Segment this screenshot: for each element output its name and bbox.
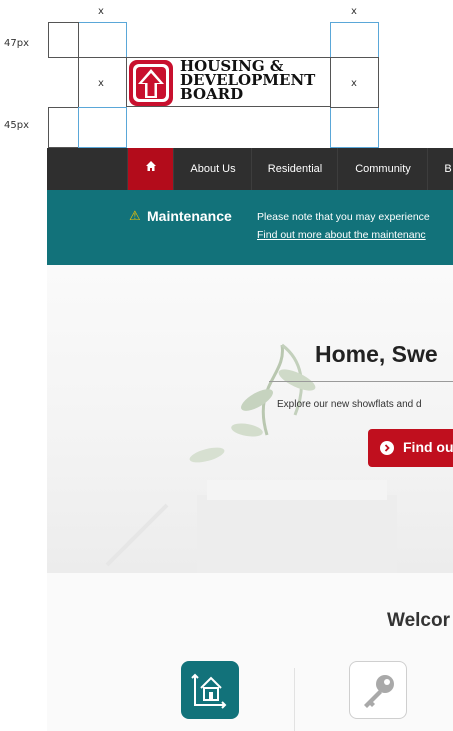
hero-subtitle: Explore our new showflats and d [277, 399, 422, 410]
find-out-more-label: Find ou [403, 439, 453, 455]
maintenance-message: Please note that you may experience [257, 211, 430, 223]
welcome-section: Welcor [47, 573, 453, 731]
chevron-right-icon [380, 441, 394, 455]
key-icon[interactable] [349, 661, 407, 719]
nav-residential[interactable]: Residential [251, 148, 338, 190]
floorplan-house-icon[interactable] [181, 661, 239, 719]
guide-x-mark-right: x [351, 78, 357, 89]
home-icon [145, 148, 157, 190]
guide-bottom-height: 45px [4, 120, 29, 131]
guide-left-bottom-blue [78, 107, 127, 148]
guide-x-mark-left: x [98, 78, 104, 89]
house-arrow-icon [129, 60, 173, 106]
warning-icon: ⚠ [129, 208, 141, 223]
guide-top-left-box-2 [78, 22, 127, 58]
maintenance-link[interactable]: Find out more about the maintenanc [257, 229, 426, 241]
nav-business[interactable]: B [427, 148, 453, 190]
maintenance-title: Maintenance [147, 208, 232, 224]
logo-line-3: BOARD [180, 85, 244, 103]
guide-x-label-left: x [98, 6, 104, 17]
guide-x-label-right: x [351, 6, 357, 17]
guide-right-bottom-blue [330, 107, 379, 148]
find-out-more-button[interactable]: Find ou [368, 429, 453, 467]
maintenance-banner: ⚠ Maintenance Please note that you may e… [47, 190, 453, 265]
nav-home[interactable] [127, 148, 174, 190]
hero-title: Home, Swe [315, 341, 438, 367]
hdb-logo[interactable]: HOUSING & DEVELOPMENT BOARD [126, 57, 331, 107]
welcome-title: Welcor [387, 610, 451, 631]
nav-about-us[interactable]: About Us [173, 148, 252, 190]
guide-left-bottom-box [48, 107, 79, 148]
hero-banner: Home, Swe Explore our new showflats and … [47, 265, 453, 573]
guide-top-height: 47px [4, 38, 29, 49]
logo-wordmark: HOUSING & DEVELOPMENT BOARD [180, 59, 315, 103]
hero-divider [269, 381, 453, 382]
main-nav: About Us Residential Community B [47, 148, 453, 190]
nav-community[interactable]: Community [337, 148, 428, 190]
card-divider [294, 668, 295, 731]
guide-left-top-box [48, 22, 79, 58]
hero-background-image [105, 343, 397, 573]
guide-top-right-box [330, 22, 379, 58]
